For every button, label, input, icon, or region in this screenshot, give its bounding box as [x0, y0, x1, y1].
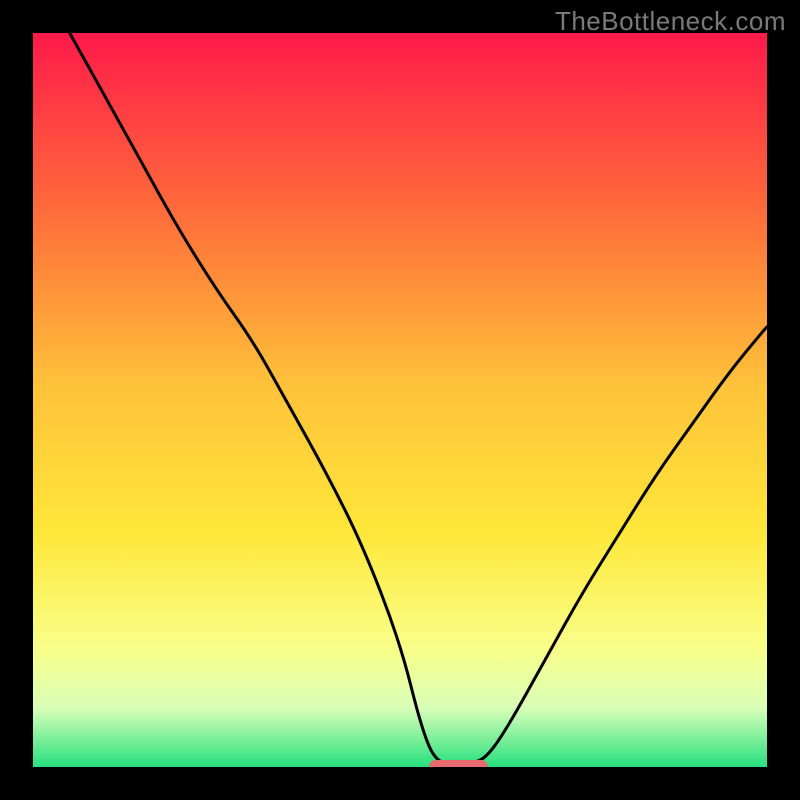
chart-svg [33, 33, 767, 767]
optimal-range-marker [429, 760, 488, 767]
chart-frame: TheBottleneck.com [0, 0, 800, 800]
watermark-text: TheBottleneck.com [555, 6, 786, 37]
gradient-rect [33, 33, 767, 767]
plot-area [33, 33, 767, 767]
